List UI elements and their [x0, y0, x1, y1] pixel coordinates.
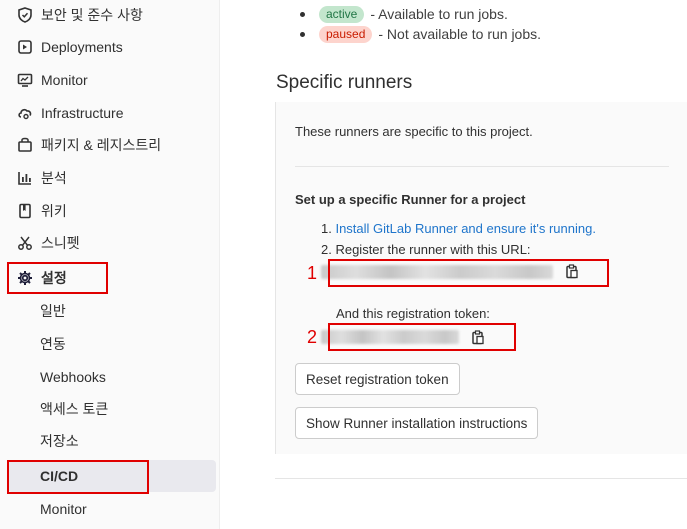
status-badge-active: active	[319, 5, 365, 23]
sidebar-item-wiki[interactable]: 위키	[8, 196, 216, 226]
sidebar-item-label: 분석	[41, 170, 67, 186]
install-runner-link[interactable]: Install GitLab Runner and ensure it's ru…	[335, 221, 595, 236]
sidebar-subitem-repository[interactable]: 저장소	[8, 425, 216, 457]
sidebar-item-analytics[interactable]: 분석	[8, 163, 216, 193]
shield-icon	[16, 6, 34, 24]
sidebar-subitem-integrations[interactable]: 연동	[8, 328, 216, 360]
cloud-gear-icon	[16, 104, 34, 122]
legend-paused: paused - Not available to run jobs.	[300, 24, 541, 44]
setup-title: Set up a specific Runner for a project	[295, 192, 526, 207]
bullet	[300, 31, 305, 37]
sidebar-item-label: Deployments	[41, 39, 123, 55]
scissors-icon	[16, 234, 34, 252]
legend-paused-text: - Not available to run jobs.	[378, 26, 542, 42]
book-icon	[16, 202, 34, 220]
reset-token-button[interactable]: Reset registration token	[295, 363, 460, 395]
sidebar-subitem-label: 일반	[40, 303, 66, 319]
step-2: 2. Register the runner with this URL:	[321, 242, 531, 257]
sidebar-subitem-general[interactable]: 일반	[8, 295, 216, 327]
sidebar-subitem-label: 연동	[40, 336, 66, 352]
legend-active: active - Available to run jobs.	[300, 4, 508, 24]
sidebar-subitem-access-tokens[interactable]: 액세스 토큰	[8, 393, 216, 425]
bottom-divider	[275, 478, 687, 479]
step-1: 1. Install GitLab Runner and ensure it's…	[321, 221, 596, 236]
sidebar-item-deployments[interactable]: Deployments	[8, 32, 216, 62]
deployments-icon	[16, 38, 34, 56]
sidebar-item-label: Infrastructure	[41, 105, 124, 121]
annotation-box-token	[328, 323, 516, 351]
annotation-number-1: 1	[307, 263, 318, 283]
annotation-box-cicd	[7, 460, 149, 494]
sidebar-item-monitor[interactable]: Monitor	[8, 65, 216, 95]
sidebar-item-label: 보안 및 준수 사항	[41, 7, 143, 23]
sidebar-item-label: 패키지 & 레지스트리	[41, 137, 162, 153]
sidebar-item-snippets[interactable]: 스니펫	[8, 228, 216, 258]
annotation-number-2: 2	[307, 327, 318, 347]
panel-intro: These runners are specific to this proje…	[295, 124, 533, 139]
sidebar-item-packages[interactable]: 패키지 & 레지스트리	[8, 130, 216, 160]
sidebar-subitem-label: 저장소	[40, 433, 79, 449]
sidebar-item-label: 위키	[41, 203, 67, 219]
annotation-box-url	[328, 259, 609, 287]
step-number: 1.	[321, 221, 336, 236]
status-badge-paused: paused	[319, 25, 373, 43]
sidebar-subitem-label: Monitor	[40, 501, 87, 517]
token-label: And this registration token:	[336, 306, 490, 321]
sidebar-subitem-label: 액세스 토큰	[40, 401, 109, 417]
legend-active-text: - Available to run jobs.	[370, 6, 508, 22]
sidebar-item-security[interactable]: 보안 및 준수 사항	[8, 0, 216, 30]
sidebar-subitem-webhooks[interactable]: Webhooks	[8, 361, 216, 393]
divider	[295, 166, 669, 167]
sidebar-item-label: Monitor	[41, 72, 88, 88]
chart-icon	[16, 169, 34, 187]
bullet	[300, 11, 305, 17]
sidebar-item-infrastructure[interactable]: Infrastructure	[8, 98, 216, 128]
annotation-box-settings	[7, 262, 108, 294]
sidebar-subitem-monitor[interactable]: Monitor	[8, 493, 216, 525]
package-icon	[16, 136, 34, 154]
sidebar-subitem-label: Webhooks	[40, 369, 106, 385]
section-title: Specific runners	[276, 72, 413, 93]
show-instructions-button[interactable]: Show Runner installation instructions	[295, 407, 539, 439]
sidebar-item-label: 스니펫	[41, 235, 80, 251]
monitor-icon	[16, 71, 34, 89]
